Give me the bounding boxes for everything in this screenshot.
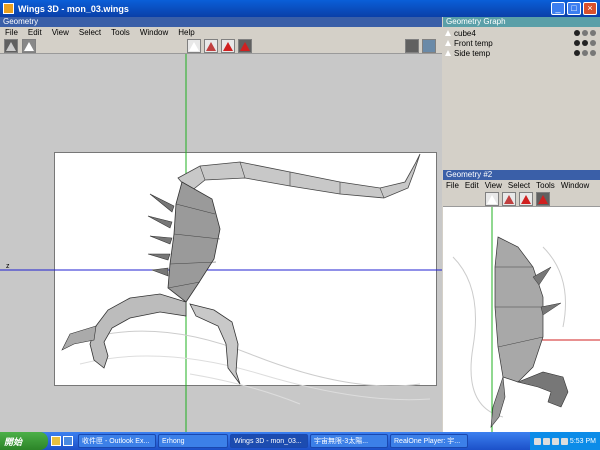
visibility-icon[interactable] bbox=[574, 40, 580, 46]
wireframe-icon[interactable] bbox=[22, 39, 36, 53]
menu-help[interactable]: Help bbox=[173, 27, 199, 38]
lock-icon[interactable] bbox=[582, 50, 588, 56]
geometry-menubar: File Edit View Select Tools Window Help bbox=[0, 27, 442, 38]
geometry-graph-empty bbox=[443, 78, 600, 168]
geometry2-viewport[interactable] bbox=[443, 207, 600, 432]
menu-edit[interactable]: Edit bbox=[462, 180, 482, 191]
windows-taskbar: 開始 收件匣 - Outlook Ex... Erhong Wings 3D -… bbox=[0, 432, 600, 450]
quicklaunch-icon[interactable] bbox=[51, 436, 61, 446]
task-erhong[interactable]: Erhong bbox=[158, 434, 228, 448]
menu-tools[interactable]: Tools bbox=[533, 180, 558, 191]
body-mode-icon[interactable] bbox=[536, 192, 550, 206]
face-mode-icon[interactable] bbox=[519, 192, 533, 206]
geometry-graph-header[interactable]: Geometry Graph bbox=[443, 17, 600, 27]
face-mode-icon[interactable] bbox=[221, 39, 235, 53]
menu-view[interactable]: View bbox=[47, 27, 74, 38]
start-button[interactable]: 開始 bbox=[0, 432, 48, 450]
lock-icon[interactable] bbox=[582, 30, 588, 36]
title-bar[interactable]: Wings 3D - mon_03.wings _ □ × bbox=[0, 0, 600, 17]
quicklaunch-icon[interactable] bbox=[63, 436, 73, 446]
menu-file[interactable]: File bbox=[0, 27, 23, 38]
task-outlook[interactable]: 收件匣 - Outlook Ex... bbox=[78, 434, 156, 448]
close-button[interactable]: × bbox=[583, 2, 597, 15]
body-mode-icon[interactable] bbox=[238, 39, 252, 53]
visibility-icon[interactable] bbox=[574, 50, 580, 56]
edge-mode-icon[interactable] bbox=[204, 39, 218, 53]
system-tray: 5:53 PM bbox=[529, 432, 600, 450]
object-icon bbox=[445, 40, 451, 46]
wire-icon[interactable] bbox=[590, 30, 596, 36]
visibility-icon[interactable] bbox=[574, 30, 580, 36]
geometry2-toolbar bbox=[443, 191, 600, 207]
scorpion-side-view bbox=[452, 207, 600, 432]
geometry2-panel-header[interactable]: Geometry #2 bbox=[443, 170, 600, 180]
tray-icon[interactable] bbox=[542, 437, 550, 445]
menu-edit[interactable]: Edit bbox=[23, 27, 47, 38]
tray-icon[interactable] bbox=[533, 437, 541, 445]
tray-icon[interactable] bbox=[560, 437, 568, 445]
graph-item-side-temp[interactable]: Side temp bbox=[443, 48, 600, 58]
object-icon bbox=[445, 30, 451, 36]
geometry-panel-header[interactable]: Geometry bbox=[0, 17, 442, 27]
geometry-toolbar bbox=[0, 38, 442, 54]
graph-item-cube4[interactable]: cube4 bbox=[443, 28, 600, 38]
z-axis-label: z bbox=[6, 263, 10, 270]
graph-item-front-temp[interactable]: Front temp bbox=[443, 38, 600, 48]
scorpion-model: z bbox=[0, 54, 442, 432]
vertex-mode-icon[interactable] bbox=[485, 192, 499, 206]
geometry2-menubar: File Edit View Select Tools Window bbox=[443, 180, 600, 191]
view-toggle-icon[interactable] bbox=[422, 39, 436, 53]
wings-app-icon bbox=[3, 3, 14, 14]
task-realone[interactable]: RealOne Player: 宇... bbox=[390, 434, 468, 448]
menu-file[interactable]: File bbox=[443, 180, 462, 191]
smooth-preview-icon[interactable] bbox=[4, 39, 18, 53]
menu-window[interactable]: Window bbox=[135, 27, 173, 38]
menu-select[interactable]: Select bbox=[505, 180, 533, 191]
vertex-mode-icon[interactable] bbox=[187, 39, 201, 53]
tray-icon[interactable] bbox=[551, 437, 559, 445]
menu-view[interactable]: View bbox=[482, 180, 505, 191]
geometry-graph-list: cube4 Front temp Side temp bbox=[443, 28, 600, 68]
lock-icon[interactable] bbox=[582, 40, 588, 46]
menu-tools[interactable]: Tools bbox=[106, 27, 135, 38]
groundplane-icon[interactable] bbox=[405, 39, 419, 53]
minimize-button[interactable]: _ bbox=[551, 2, 565, 15]
geometry-viewport[interactable]: z bbox=[0, 54, 442, 432]
menu-window[interactable]: Window bbox=[558, 180, 592, 191]
maximize-button[interactable]: □ bbox=[567, 2, 581, 15]
menu-select[interactable]: Select bbox=[74, 27, 106, 38]
object-icon bbox=[445, 50, 451, 56]
window-title: Wings 3D - mon_03.wings bbox=[18, 3, 129, 14]
task-browser[interactable]: 宇宙無限-3太陽... bbox=[310, 434, 388, 448]
wire-icon[interactable] bbox=[590, 50, 596, 56]
edge-mode-icon[interactable] bbox=[502, 192, 516, 206]
task-wings3d[interactable]: Wings 3D - mon_03... bbox=[230, 434, 308, 448]
clock[interactable]: 5:53 PM bbox=[570, 438, 596, 445]
wire-icon[interactable] bbox=[590, 40, 596, 46]
